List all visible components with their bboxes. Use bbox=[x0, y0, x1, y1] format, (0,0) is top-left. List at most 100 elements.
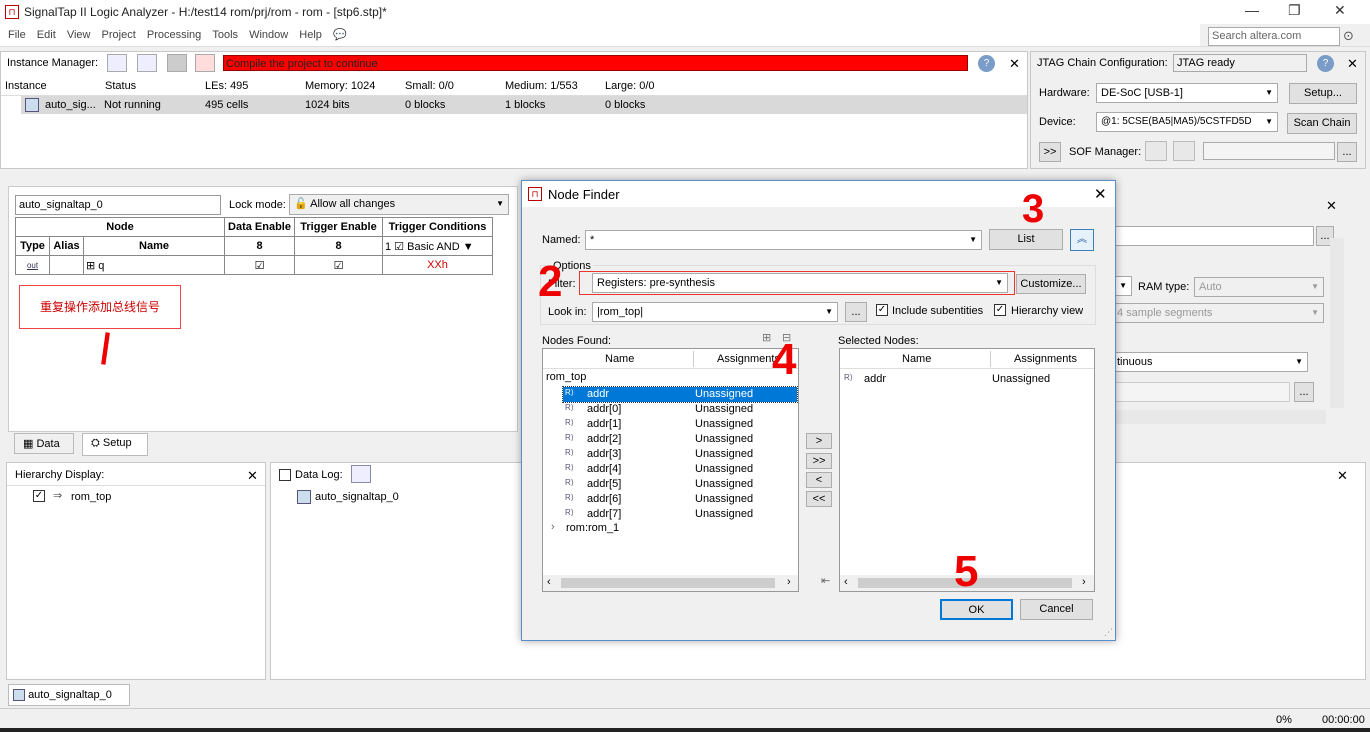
add-all-button[interactable]: >> bbox=[806, 453, 832, 469]
nodes-found-label: Nodes Found: bbox=[542, 335, 612, 347]
node-row[interactable]: out ⊞ q ☑ ☑ XXh bbox=[15, 255, 493, 275]
sof-file-input[interactable] bbox=[1203, 142, 1335, 160]
node-list-row[interactable]: R⟩ addr[4] Unassigned bbox=[563, 462, 797, 477]
search-input[interactable]: Search altera.com bbox=[1208, 27, 1340, 46]
lookin-browse-button[interactable]: ... bbox=[845, 302, 867, 322]
menu-project[interactable]: Project bbox=[102, 29, 136, 41]
read-data-icon[interactable] bbox=[195, 54, 215, 72]
qualifier-browse-button[interactable]: ... bbox=[1294, 382, 1314, 402]
remove-all-button[interactable]: << bbox=[806, 491, 832, 507]
sub-entity-item[interactable]: rom:rom_1 bbox=[566, 522, 619, 534]
run-icon[interactable] bbox=[137, 54, 157, 72]
add-selected-button[interactable]: > bbox=[806, 433, 832, 449]
collapse-options-button[interactable]: ︽ bbox=[1070, 229, 1094, 251]
help-chat-icon[interactable]: 💬 bbox=[333, 28, 347, 41]
datalog-icon[interactable] bbox=[351, 465, 371, 483]
menu-edit[interactable]: Edit bbox=[37, 29, 56, 41]
autorun-icon[interactable] bbox=[107, 54, 127, 72]
selected-node-assignment: Unassigned bbox=[992, 373, 1051, 385]
scroll-left-icon[interactable]: ‹ bbox=[547, 576, 551, 588]
setup-button[interactable]: Setup... bbox=[1289, 83, 1357, 104]
trigger-enable-checkbox[interactable]: ☑ bbox=[294, 255, 383, 275]
instance-row[interactable]: auto_sig... Not running 495 cells 1024 b… bbox=[21, 96, 1027, 114]
scroll-left-icon[interactable]: ‹ bbox=[844, 576, 848, 588]
close-icon[interactable]: ✕ bbox=[1009, 56, 1020, 72]
menu-file[interactable]: File bbox=[8, 29, 26, 41]
instance-tab[interactable]: auto_signaltap_0 bbox=[15, 195, 221, 215]
customize-button[interactable]: Customize... bbox=[1016, 274, 1086, 294]
search-icon[interactable]: ⊙ bbox=[1343, 28, 1354, 44]
tab-setup[interactable]: ⛭ Setup bbox=[82, 433, 148, 456]
close-icon[interactable]: ✕ bbox=[1337, 468, 1348, 484]
device-select[interactable]: @1: 5CSE(BA5|MA5)/5CSTFD5D bbox=[1096, 112, 1278, 132]
stop-icon[interactable] bbox=[167, 54, 187, 72]
node-list-row[interactable]: R⟩ addr[2] Unassigned bbox=[563, 432, 797, 447]
trigger-mode-select[interactable]: 1 ☑ Basic AND ▼ bbox=[382, 236, 493, 256]
hierarchy-checkbox[interactable]: ✓ bbox=[33, 490, 45, 502]
remove-selected-button[interactable]: < bbox=[806, 472, 832, 488]
horizontal-scrollbar[interactable]: ‹ › bbox=[543, 575, 798, 591]
datalog-item[interactable]: auto_signaltap_0 bbox=[315, 491, 399, 503]
close-icon[interactable]: ✕ bbox=[1326, 198, 1337, 214]
hierarchy-item[interactable]: rom_top bbox=[71, 491, 111, 503]
help-icon[interactable]: ? bbox=[1317, 55, 1334, 72]
stop-program-icon[interactable] bbox=[1173, 141, 1195, 161]
sof-browse-button[interactable]: ... bbox=[1337, 142, 1357, 162]
data-enable-checkbox[interactable]: ☑ bbox=[224, 255, 295, 275]
hardware-select[interactable]: DE-SoC [USB-1] bbox=[1096, 83, 1278, 103]
node-list-row[interactable]: R⟩ addr[0] Unassigned bbox=[563, 402, 797, 417]
ram-type-select[interactable]: Auto bbox=[1194, 277, 1324, 297]
node-list-row[interactable]: R⟩ addr[1] Unassigned bbox=[563, 417, 797, 432]
menu-tools[interactable]: Tools bbox=[212, 29, 238, 41]
node-list-row[interactable]: R⟩ addr[7] Unassigned bbox=[563, 507, 797, 522]
config-input[interactable] bbox=[1112, 226, 1314, 246]
node-list-row[interactable]: R⟩ addr[3] Unassigned bbox=[563, 447, 797, 462]
menu-view[interactable]: View bbox=[67, 29, 91, 41]
node-list-row[interactable]: R⟩ addr[5] Unassigned bbox=[563, 477, 797, 492]
expand-icon[interactable]: ⊞ bbox=[86, 260, 95, 272]
horizontal-scrollbar[interactable] bbox=[1112, 410, 1326, 424]
menu-processing[interactable]: Processing bbox=[147, 29, 201, 41]
cancel-button[interactable]: Cancel bbox=[1020, 599, 1093, 620]
named-input[interactable]: * bbox=[585, 230, 982, 250]
lock-mode-select[interactable]: 🔓 Allow all changes bbox=[289, 194, 509, 215]
resize-grip-icon[interactable]: ⋰ bbox=[1104, 627, 1113, 638]
hierarchy-view-checkbox[interactable]: ✓ bbox=[994, 304, 1006, 316]
copy-icon[interactable]: ⇤ bbox=[821, 574, 830, 587]
close-icon[interactable]: ✕ bbox=[1347, 56, 1358, 72]
ok-button[interactable]: OK bbox=[940, 599, 1013, 620]
register-icon: R⟩ bbox=[565, 448, 574, 457]
scroll-right-icon[interactable]: › bbox=[1082, 576, 1086, 588]
nodes-found-list[interactable]: Name Assignments rom_top R⟩ addr Unassigne… bbox=[542, 348, 799, 592]
list-button[interactable]: List bbox=[989, 229, 1063, 250]
tree-root[interactable]: rom_top bbox=[546, 371, 586, 383]
vertical-scrollbar[interactable] bbox=[1330, 238, 1344, 408]
qualifier-input[interactable] bbox=[1112, 382, 1290, 402]
menu-window[interactable]: Window bbox=[249, 29, 288, 41]
expand-chevron-icon[interactable]: › bbox=[551, 521, 555, 533]
minimize-icon[interactable]: — bbox=[1245, 2, 1259, 18]
node-alias[interactable] bbox=[49, 255, 84, 275]
expand-all-icon[interactable]: ⊞ bbox=[762, 331, 771, 344]
datalog-checkbox[interactable] bbox=[279, 469, 291, 481]
menu-help[interactable]: Help bbox=[299, 29, 322, 41]
scroll-right-icon[interactable]: › bbox=[787, 576, 791, 588]
close-icon[interactable]: ✕ bbox=[247, 468, 258, 484]
program-icon[interactable] bbox=[1145, 141, 1167, 161]
lookin-select[interactable]: |rom_top| bbox=[592, 302, 838, 322]
scroll-thumb[interactable] bbox=[561, 578, 775, 588]
tab-data[interactable]: ▦ Data bbox=[14, 433, 74, 454]
include-subentities-checkbox[interactable]: ✓ bbox=[876, 304, 888, 316]
scan-chain-button[interactable]: Scan Chain bbox=[1287, 113, 1357, 134]
storage-qualifier-select[interactable]: tinuous bbox=[1112, 352, 1308, 372]
segments-select[interactable]: 4 sample segments bbox=[1112, 303, 1324, 323]
close-icon[interactable]: ✕ bbox=[1334, 2, 1346, 19]
close-icon[interactable]: ✕ bbox=[1094, 185, 1107, 203]
node-list-row[interactable]: R⟩ addr[6] Unassigned bbox=[563, 492, 797, 507]
help-icon[interactable]: ? bbox=[978, 55, 995, 72]
sof-expand-button[interactable]: >> bbox=[1039, 142, 1061, 162]
node-list-row[interactable]: R⟩ addr Unassigned bbox=[562, 386, 798, 403]
trigger-condition-value[interactable]: XXh bbox=[382, 255, 493, 275]
bottom-instance-tab[interactable]: auto_signaltap_0 bbox=[8, 684, 130, 706]
restore-icon[interactable]: ❐ bbox=[1288, 2, 1301, 19]
